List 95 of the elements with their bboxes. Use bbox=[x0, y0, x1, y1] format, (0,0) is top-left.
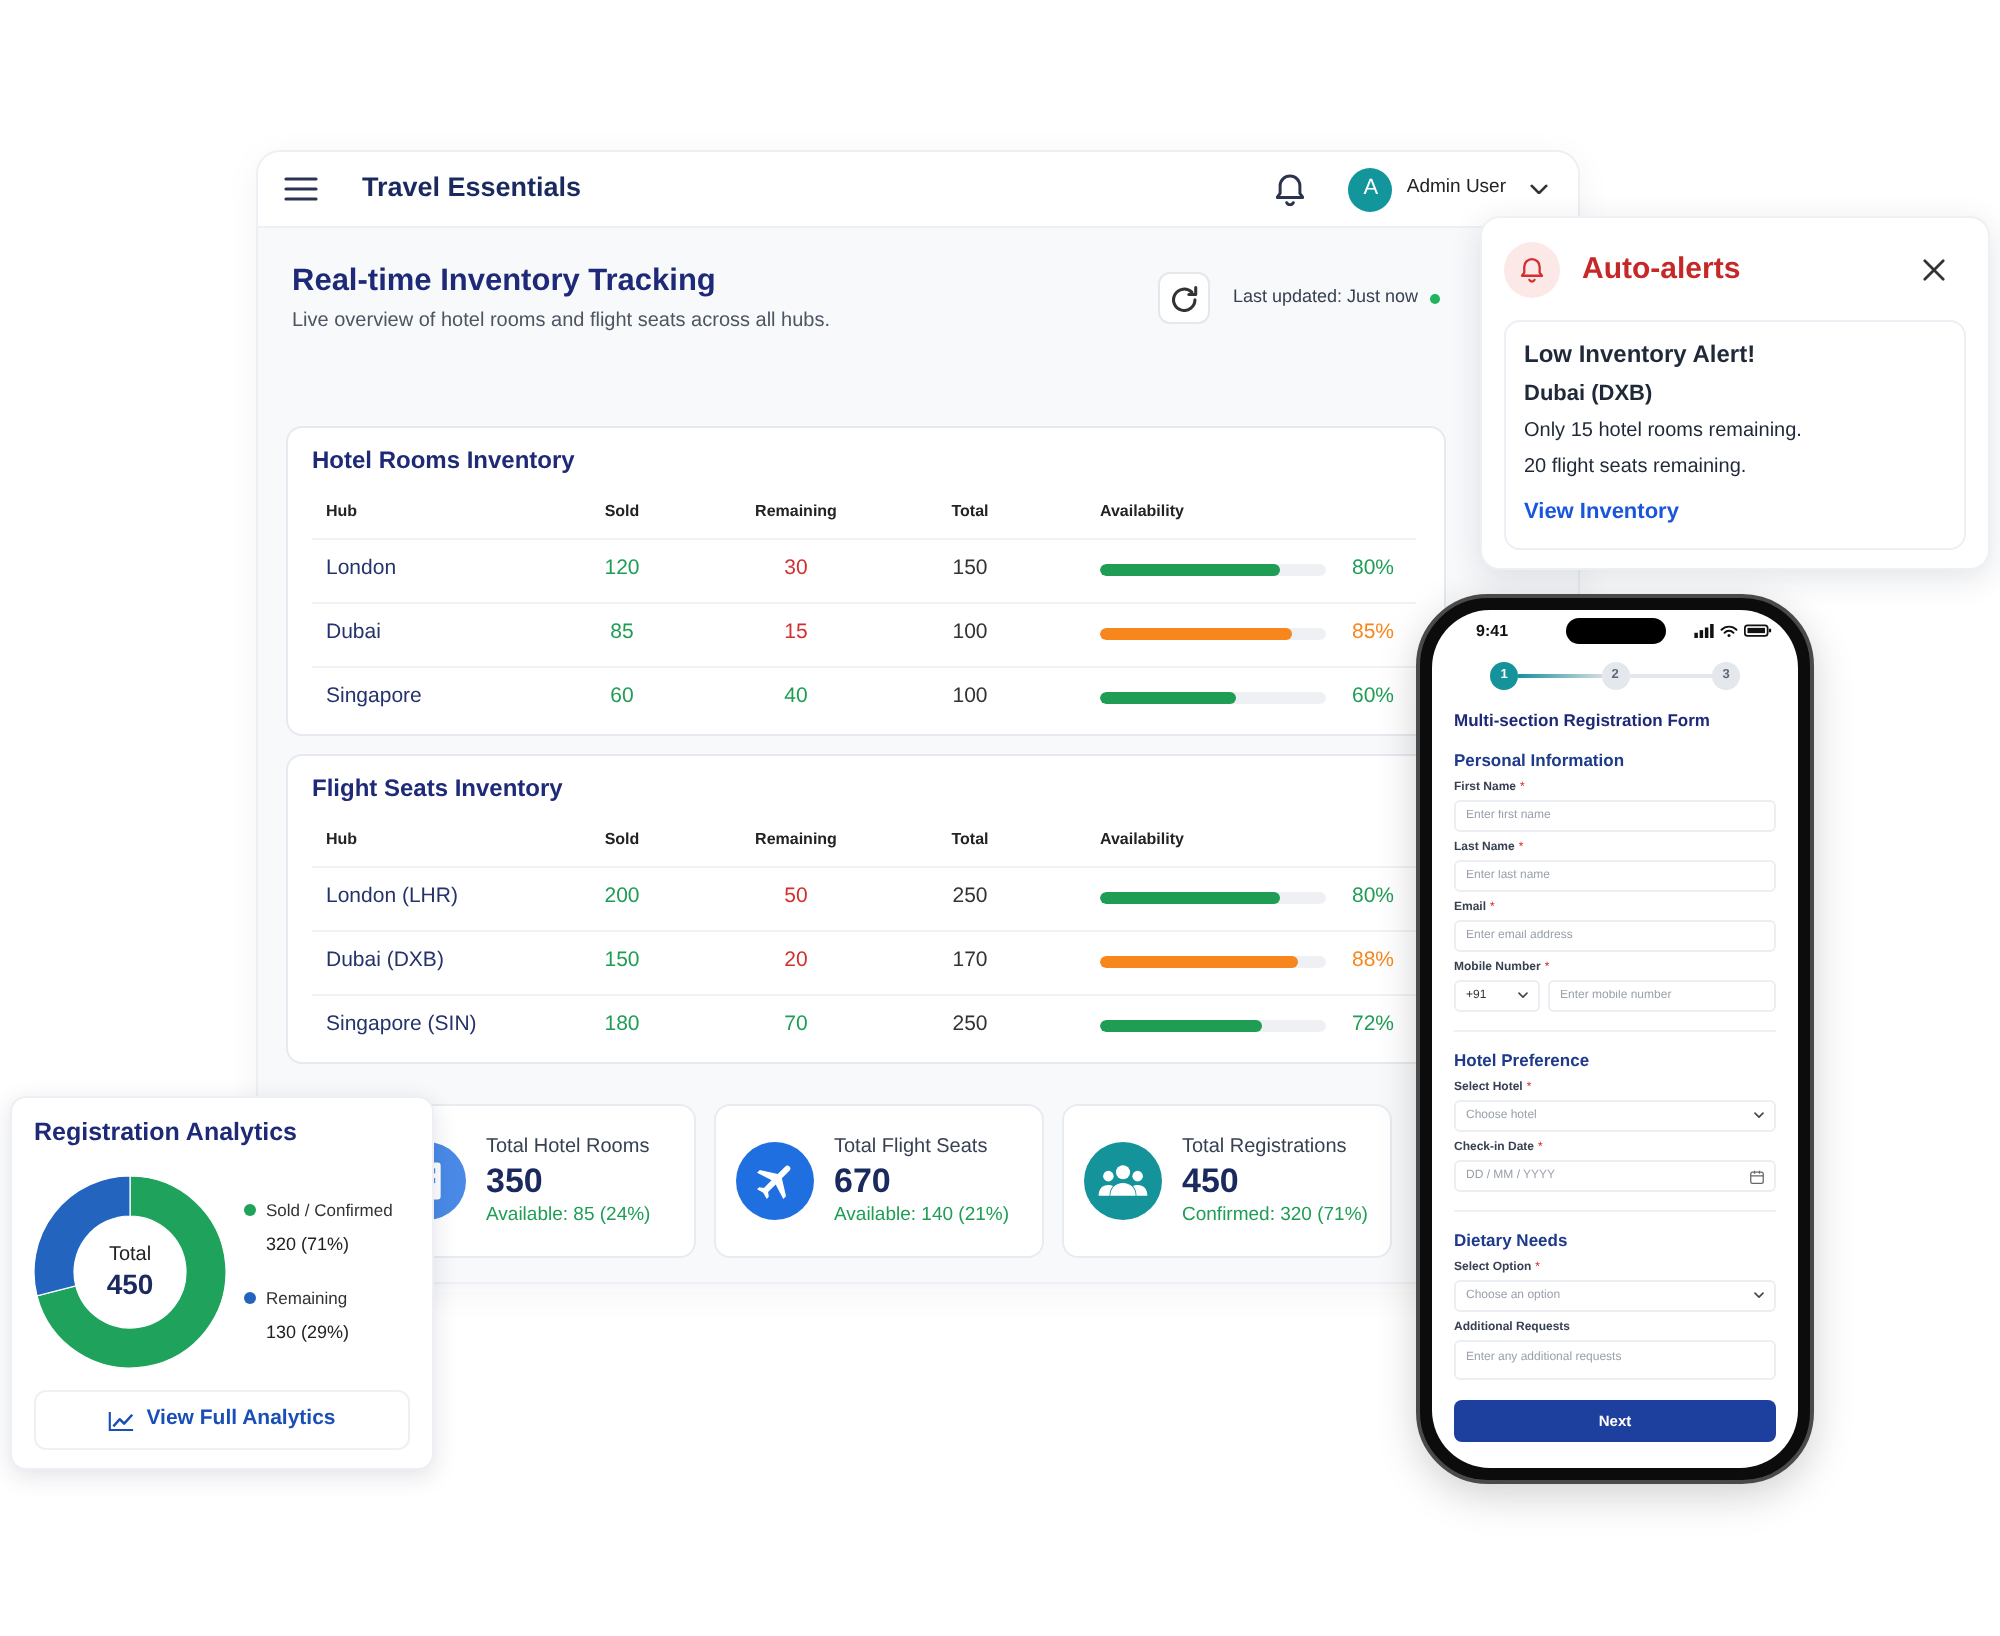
availability-percent: 60% bbox=[1351, 682, 1394, 713]
column-header: Total bbox=[890, 488, 1050, 538]
step-connector bbox=[1518, 674, 1601, 678]
table-cell: 250 bbox=[890, 866, 1050, 930]
column-header: Availability bbox=[1050, 488, 1416, 538]
card-title: Hotel Rooms Inventory bbox=[312, 444, 577, 478]
table-cell: 85 bbox=[542, 602, 702, 666]
close-icon[interactable] bbox=[1922, 258, 1946, 282]
section-heading: Hotel Preference bbox=[1454, 1050, 1592, 1072]
signal-icon bbox=[1694, 624, 1714, 638]
refresh-icon bbox=[1171, 285, 1198, 311]
section-heading: Personal Information bbox=[1454, 750, 1627, 772]
column-header: Hub bbox=[312, 816, 542, 866]
chevron-down-icon[interactable] bbox=[1530, 183, 1548, 195]
table-cell: 15 bbox=[702, 602, 890, 666]
chevron-down-icon bbox=[1754, 1112, 1764, 1120]
status-dot-icon bbox=[1430, 293, 1440, 303]
table-cell: 40 bbox=[702, 666, 890, 730]
alert-text: Only 15 hotel rooms remaining. bbox=[1524, 418, 1804, 446]
chevron-down-icon bbox=[1754, 1292, 1764, 1300]
table-cell: Dubai (DXB) bbox=[312, 930, 542, 994]
user-name[interactable]: Admin User bbox=[1406, 174, 1506, 204]
donut-center-label: Total bbox=[108, 1243, 152, 1267]
table-cell: 150 bbox=[890, 538, 1050, 602]
card-title: Flight Seats Inventory bbox=[312, 772, 565, 806]
table-cell: 50 bbox=[702, 866, 890, 930]
alert-text: 20 flight seats remaining. bbox=[1524, 454, 1749, 482]
availability-percent: 80% bbox=[1351, 882, 1394, 913]
availability-percent: 80% bbox=[1351, 554, 1394, 585]
page-subtitle: Live overview of hotel rooms and flight seats across all hubs. bbox=[290, 308, 831, 336]
menu-icon[interactable] bbox=[284, 176, 318, 202]
legend-value: 130 (29%) bbox=[266, 1320, 352, 1346]
stat-title: Total Hotel Rooms bbox=[486, 1134, 651, 1160]
table-cell: 30 bbox=[702, 538, 890, 602]
donut-center-value: 450 bbox=[106, 1267, 154, 1301]
column-header: Sold bbox=[542, 488, 702, 538]
legend-label: Sold / Confirmed bbox=[266, 1198, 393, 1222]
stat-title: Total Registrations bbox=[1182, 1134, 1349, 1160]
availability-percent: 72% bbox=[1351, 1010, 1394, 1041]
stat-note: Available: 85 (24%) bbox=[486, 1202, 651, 1228]
stat-value: 350 bbox=[486, 1160, 545, 1202]
app-title: Travel Essentials bbox=[362, 170, 582, 207]
table-cell: Singapore (SIN) bbox=[312, 994, 542, 1058]
table-cell: 150 bbox=[542, 930, 702, 994]
table-cell: 60 bbox=[542, 666, 702, 730]
calendar-icon bbox=[1750, 1169, 1764, 1183]
view-analytics-button[interactable]: View Full Analytics bbox=[34, 1390, 410, 1450]
stat-note: Available: 140 (21%) bbox=[834, 1202, 1009, 1228]
trend-chart-icon bbox=[108, 1409, 135, 1431]
page-title: Real-time Inventory Tracking bbox=[290, 262, 718, 302]
table-cell: 180 bbox=[542, 994, 702, 1058]
bell-icon bbox=[1504, 242, 1560, 298]
wifi-icon bbox=[1720, 624, 1738, 638]
status-time: 9:41 bbox=[1474, 619, 1509, 643]
availability-percent: 88% bbox=[1351, 946, 1394, 977]
airplane-icon bbox=[736, 1142, 814, 1220]
table-cell: Dubai bbox=[312, 602, 542, 666]
table-cell: 250 bbox=[890, 994, 1050, 1058]
table-cell: Singapore bbox=[312, 666, 542, 730]
table-cell: London (LHR) bbox=[312, 866, 542, 930]
card-title: Registration Analytics bbox=[34, 1116, 300, 1150]
table-cell: 170 bbox=[890, 930, 1050, 994]
legend-label: Remaining bbox=[266, 1286, 348, 1310]
alert-title: Auto-alerts bbox=[1582, 249, 1741, 290]
column-header: Sold bbox=[542, 816, 702, 866]
table-cell: 20 bbox=[702, 930, 890, 994]
column-header: Hub bbox=[312, 488, 542, 538]
table-cell: 100 bbox=[890, 666, 1050, 730]
notification-bell-icon[interactable] bbox=[1276, 173, 1305, 205]
battery-icon bbox=[1744, 624, 1772, 638]
alert-location: Dubai (DXB) bbox=[1524, 380, 1655, 410]
table-cell: London bbox=[312, 538, 542, 602]
legend-value: 320 (71%) bbox=[266, 1232, 352, 1258]
stat-value: 450 bbox=[1182, 1160, 1241, 1202]
table-cell: 100 bbox=[890, 602, 1050, 666]
stat-note: Confirmed: 320 (71%) bbox=[1182, 1202, 1368, 1228]
table-cell: 120 bbox=[542, 538, 702, 602]
camera-notch bbox=[1565, 618, 1665, 644]
table-cell: 70 bbox=[702, 994, 890, 1058]
chevron-down-icon bbox=[1518, 992, 1528, 1000]
form-title: Multi-section Registration Form bbox=[1454, 710, 1712, 732]
refresh-button[interactable] bbox=[1158, 272, 1211, 324]
section-heading: Dietary Needs bbox=[1454, 1230, 1570, 1252]
availability-percent: 85% bbox=[1351, 618, 1394, 649]
column-header: Total bbox=[890, 816, 1050, 866]
view-inventory-link[interactable]: View Inventory bbox=[1524, 498, 1679, 528]
alert-heading: Low Inventory Alert! bbox=[1524, 338, 1758, 370]
column-header: Remaining bbox=[702, 816, 890, 866]
user-avatar[interactable]: A bbox=[1348, 167, 1393, 211]
people-icon bbox=[1084, 1142, 1162, 1220]
stat-title: Total Flight Seats bbox=[834, 1134, 990, 1160]
column-header: Remaining bbox=[702, 488, 890, 538]
stat-value: 670 bbox=[834, 1160, 893, 1202]
table-cell: 200 bbox=[542, 866, 702, 930]
last-updated-text: Last updated: Just now bbox=[1232, 284, 1418, 311]
